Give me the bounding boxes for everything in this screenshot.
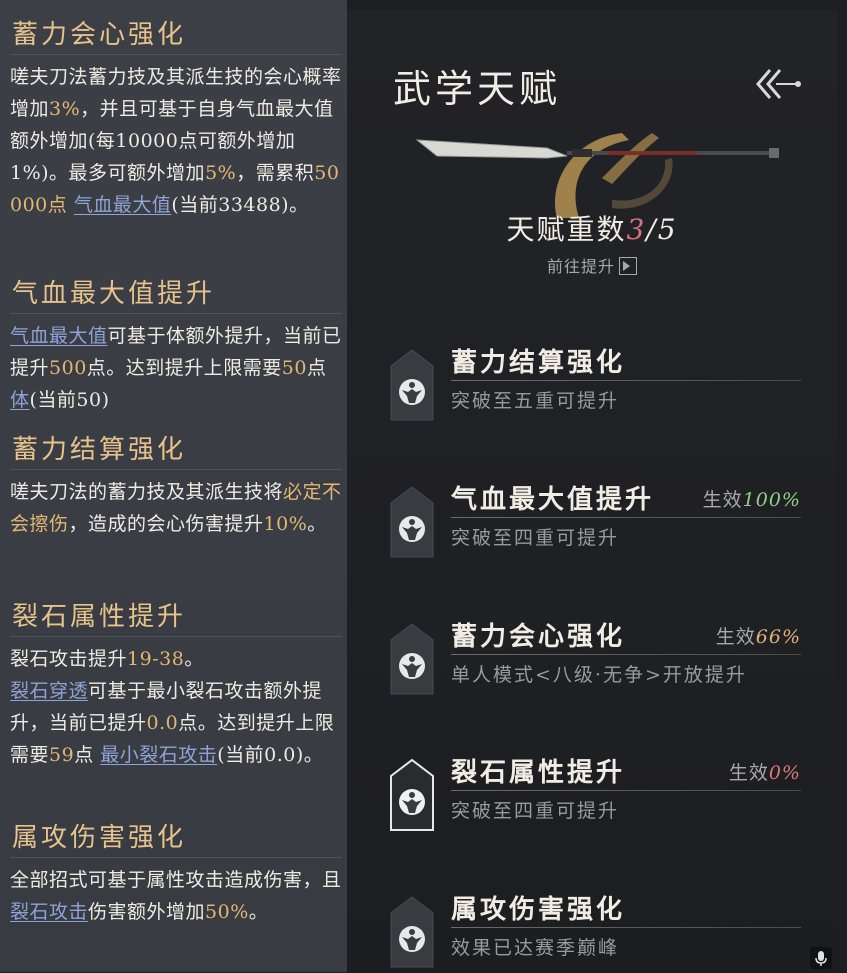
- keyword-link[interactable]: 气血最大值: [74, 194, 172, 216]
- martial-talent-panel: 武学天赋 天赋重数3/5 前往提升 蓄力结算强化 突破至五重可提升 气血最大值提升突…: [347, 10, 837, 972]
- body-text: 点: [306, 357, 327, 379]
- martial-figure-icon: [390, 758, 434, 831]
- body-text: ，需累积: [236, 162, 315, 184]
- highlight-value: 0.0: [146, 712, 179, 734]
- double-chevron-left-icon: [756, 69, 801, 99]
- section-body: 嗟夫刀法的蓄力技及其派生技将必定不会擦伤，造成的会心伤害提升10%。: [10, 476, 342, 540]
- keyword-link[interactable]: 最小裂石攻击: [100, 744, 217, 766]
- highlight-value: 500: [49, 357, 87, 379]
- effect-label: 生效: [702, 489, 743, 511]
- effect-label: 生效: [715, 626, 756, 648]
- body-text: 裂石攻击提升: [10, 648, 128, 670]
- keyword-link[interactable]: 气血最大值: [10, 325, 108, 347]
- body-text: ，造成的会心伤害提升: [68, 513, 264, 535]
- martial-figure-icon: [390, 623, 434, 695]
- effect-percent: 0%: [768, 762, 801, 784]
- body-text: (当前50): [29, 389, 110, 411]
- body-text: 点: [74, 744, 101, 766]
- section-title: 裂石属性提升: [10, 600, 342, 637]
- divider: [451, 517, 801, 518]
- talent-row[interactable]: 蓄力结算强化突破至五重可提升: [389, 348, 809, 432]
- highlight-value: 59: [49, 744, 75, 766]
- rank-label: 天赋重数: [506, 213, 627, 246]
- effect-status: 生效0%: [729, 758, 801, 785]
- microphone-icon[interactable]: [810, 947, 832, 969]
- talent-requirement: 突破至五重可提升: [451, 390, 620, 412]
- keyword-link[interactable]: 裂石攻击: [10, 901, 88, 923]
- talent-row[interactable]: 气血最大值提升突破至四重可提升 生效100%: [389, 485, 809, 569]
- martial-figure-icon: [390, 349, 434, 421]
- highlight-value: 50: [281, 357, 307, 379]
- divider: [451, 927, 801, 928]
- talent-name: 蓄力会心强化: [451, 622, 626, 652]
- talent-requirement: 突破至四重可提升: [451, 527, 620, 549]
- section-body: 裂石攻击提升19-38。 裂石穿透可基于最小裂石攻击额外提升，当前已提升0.0点。…: [10, 643, 342, 771]
- section-elemental-dmg: 属攻伤害强化 全部招式可基于属性攻击造成伤害，且裂石攻击伤害额外增加50%。: [10, 821, 342, 928]
- highlight-value: 10%: [263, 513, 308, 535]
- rank-current: 3: [626, 213, 647, 246]
- keyword-link[interactable]: 体: [10, 389, 30, 411]
- body-text: 。: [307, 513, 327, 535]
- effect-status: 生效66%: [716, 622, 801, 649]
- highlight-value: 50%: [205, 901, 249, 923]
- body-text: 全部招式可基于属性攻击造成伤害，且: [10, 869, 342, 891]
- section-title: 蓄力结算强化: [10, 433, 342, 470]
- effect-status: 生效100%: [703, 485, 801, 512]
- talent-name: 蓄力结算强化: [451, 348, 626, 378]
- talent-requirement: 突破至四重可提升: [451, 800, 620, 822]
- martial-figure-icon: [390, 896, 434, 968]
- section-body: 嗟夫刀法蓄力技及其派生技的会心概率增加3%，并且可基于自身气血最大值额外增加(每…: [10, 61, 342, 221]
- goto-label: 前往提升: [546, 257, 615, 276]
- section-title: 蓄力会心强化: [10, 18, 342, 55]
- talent-row[interactable]: 裂石属性提升突破至四重可提升 生效0%: [389, 758, 809, 842]
- section-body: 全部招式可基于属性攻击造成伤害，且裂石攻击伤害额外增加50%。: [10, 864, 342, 928]
- divider: [451, 654, 801, 655]
- talent-requirement: 单人模式<八级·无争>开放提升: [451, 664, 747, 686]
- highlight-value: 3%: [49, 98, 81, 120]
- talent-rank: 天赋重数3/5: [347, 208, 837, 248]
- talent-requirement: 效果已达赛季巅峰: [451, 937, 620, 959]
- talent-row[interactable]: 属攻伤害强化效果已达赛季巅峰: [389, 895, 809, 972]
- body-text: (当前33488)。: [171, 194, 309, 216]
- effect-percent: 66%: [755, 626, 801, 648]
- talent-detail-panel: 蓄力会心强化 嗟夫刀法蓄力技及其派生技的会心概率增加3%，并且可基于自身气血最大…: [0, 0, 347, 972]
- goto-upgrade-link[interactable]: 前往提升: [347, 253, 837, 277]
- body-text: 。: [184, 648, 204, 670]
- keyword-link[interactable]: 裂石穿透: [10, 680, 88, 702]
- section-charge-crit: 蓄力会心强化 嗟夫刀法蓄力技及其派生技的会心概率增加3%，并且可基于自身气血最大…: [10, 18, 342, 221]
- talent-name: 属攻伤害强化: [451, 895, 626, 925]
- body-text: 嗟夫刀法的蓄力技及其派生技将: [10, 481, 284, 503]
- section-body: 气血最大值可基于体额外提升，当前已提升500点。达到提升上限需要50点体(当前5…: [10, 320, 342, 416]
- section-title: 属攻伤害强化: [10, 821, 342, 858]
- talent-name: 气血最大值提升: [451, 485, 655, 515]
- highlight-value: 19-38: [127, 648, 185, 670]
- section-title: 气血最大值提升: [10, 277, 342, 314]
- arrow-right-box-icon: [619, 257, 637, 275]
- rank-max: /5: [646, 213, 678, 246]
- divider: [451, 790, 801, 791]
- section-charge-settle: 蓄力结算强化 嗟夫刀法的蓄力技及其派生技将必定不会擦伤，造成的会心伤害提升10%…: [10, 433, 342, 540]
- talent-name: 裂石属性提升: [451, 758, 626, 788]
- section-rockbreak-attr: 裂石属性提升 裂石攻击提升19-38。 裂石穿透可基于最小裂石攻击额外提升，当前已…: [10, 600, 342, 771]
- highlight-value: 5%: [205, 162, 237, 184]
- effect-percent: 100%: [742, 489, 801, 511]
- effect-label: 生效: [728, 762, 769, 784]
- martial-figure-icon: [390, 486, 434, 558]
- body-text: (当前0.0)。: [217, 744, 324, 766]
- back-button[interactable]: [752, 64, 804, 104]
- divider: [451, 380, 801, 381]
- panel-title: 武学天赋: [393, 67, 562, 111]
- body-text: 点。达到提升上限需要: [86, 357, 282, 379]
- body-text: 。: [248, 901, 269, 923]
- section-hp-max: 气血最大值提升 气血最大值可基于体额外提升，当前已提升500点。达到提升上限需要…: [10, 277, 342, 416]
- body-text: 伤害额外增加: [88, 901, 206, 923]
- talent-row[interactable]: 蓄力会心强化单人模式<八级·无争>开放提升 生效66%: [389, 622, 809, 706]
